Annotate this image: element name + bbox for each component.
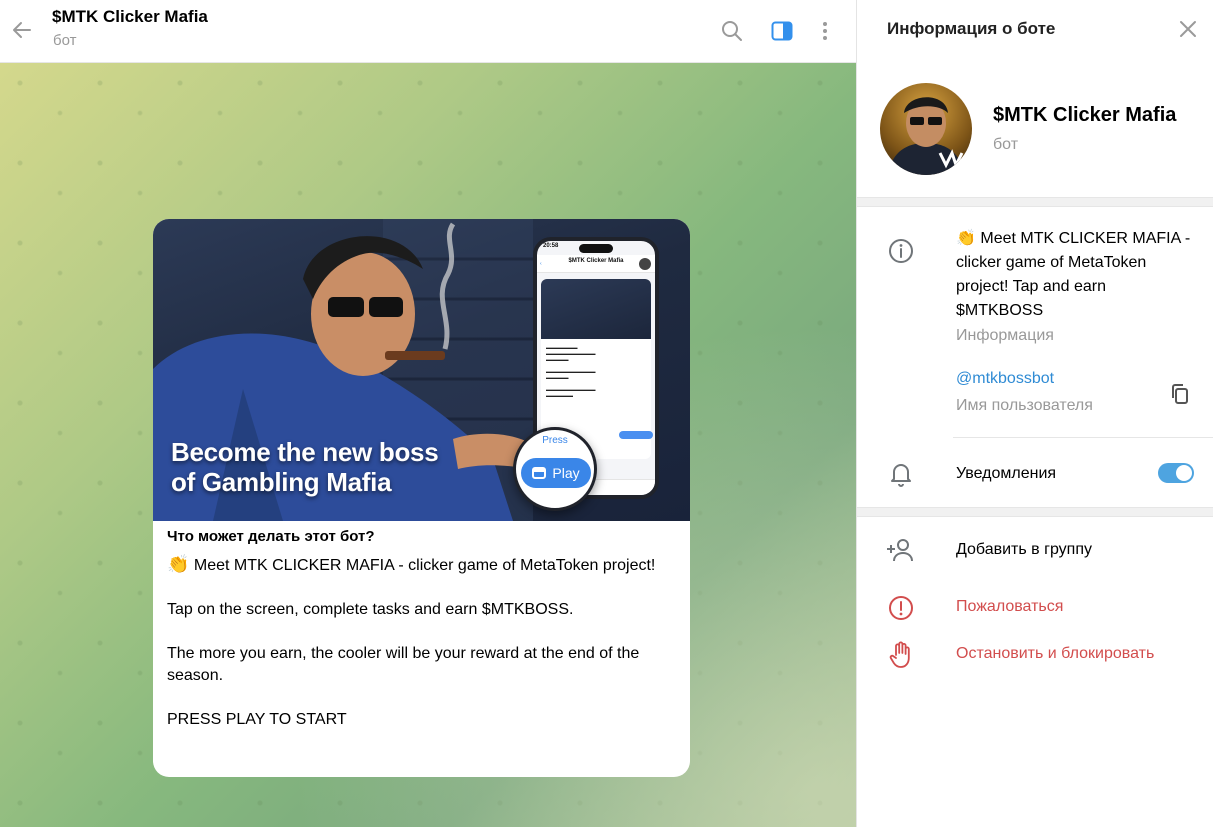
- section-divider: [857, 197, 1213, 207]
- mafia-avatar-image: [888, 97, 964, 175]
- phone-chat-title: $MTK Clicker Mafia: [568, 258, 624, 264]
- bot-description-message: 20:58 ‹ $MTK Clicker Mafia ▬▬▬▬▬▬▬ ▬▬▬▬▬▬…: [153, 219, 690, 777]
- press-label: Press: [542, 435, 568, 446]
- phone-time: 20:58: [543, 243, 559, 249]
- bot-description-label: Информация: [956, 327, 1054, 344]
- bot-username[interactable]: @mtkbossbot: [956, 370, 1054, 388]
- sidebar-toggle-icon: [771, 21, 793, 41]
- app-window-icon: [532, 467, 547, 479]
- search-icon: [722, 21, 742, 41]
- search-button[interactable]: [716, 15, 748, 47]
- phone-message-image: [541, 279, 651, 339]
- message-body: Что может делать этот бот? 👏 Meet MTK CL…: [153, 521, 690, 731]
- message-line-intro: 👏 Meet MTK CLICKER MAFIA - clicker game …: [167, 553, 676, 577]
- message-line-tap: Tap on the screen, complete tasks and ea…: [167, 601, 574, 618]
- chat-title[interactable]: $MTK Clicker Mafia: [52, 7, 208, 27]
- chat-header: $MTK Clicker Mafia бот: [0, 0, 856, 63]
- more-button[interactable]: [809, 15, 841, 47]
- message-heading: Что может делать этот бот?: [167, 528, 375, 545]
- phone-play-button: [619, 431, 653, 439]
- promo-image[interactable]: 20:58 ‹ $MTK Clicker Mafia ▬▬▬▬▬▬▬ ▬▬▬▬▬▬…: [153, 219, 690, 521]
- play-label: Play: [552, 465, 580, 481]
- notifications-label: Уведомления: [956, 465, 1057, 482]
- promo-headline-line1: Become the new boss: [171, 437, 439, 467]
- add-user-icon: [887, 536, 915, 564]
- bot-type-label: бот: [993, 136, 1019, 153]
- promo-headline-line2: of Gambling Mafia: [171, 467, 392, 497]
- sidebar-toggle-button[interactable]: [766, 15, 798, 47]
- message-line-reward: The more you earn, the cooler will be yo…: [167, 645, 640, 684]
- panel-title: Информация о боте: [887, 19, 1056, 38]
- bot-avatar[interactable]: [880, 83, 972, 175]
- report-button[interactable]: Пожаловаться: [956, 598, 1063, 616]
- notifications-toggle[interactable]: [1158, 463, 1194, 483]
- stop-and-block-button[interactable]: Остановить и блокировать: [956, 645, 1154, 663]
- clap-emoji: 👏: [167, 554, 190, 574]
- bot-description: 👏 Meet MTK CLICKER MAFIA - clicker game …: [956, 230, 1191, 319]
- play-callout: Press Play: [513, 427, 597, 511]
- intro-text: Meet MTK CLICKER MAFIA - clicker game of…: [193, 557, 656, 574]
- report-icon: [887, 594, 915, 622]
- phone-avatar: [639, 258, 651, 270]
- row-divider: [953, 437, 1213, 438]
- more-vertical-icon: [823, 22, 827, 40]
- copy-icon: [1172, 384, 1188, 404]
- bot-name: $MTK Clicker Mafia: [993, 104, 1177, 126]
- hand-stop-icon: [887, 641, 915, 669]
- bot-username-label: Имя пользователя: [956, 397, 1093, 414]
- copy-username-button[interactable]: [1167, 381, 1193, 407]
- toggle-knob: [1176, 465, 1192, 481]
- section-divider: [857, 507, 1213, 517]
- phone-island: [579, 244, 613, 253]
- close-icon: [1180, 21, 1196, 37]
- bell-icon: [887, 460, 915, 488]
- play-button[interactable]: Play: [521, 458, 591, 488]
- back-arrow-icon: [13, 22, 31, 38]
- info-icon: [887, 237, 915, 265]
- add-to-group-button[interactable]: Добавить в группу: [956, 541, 1092, 559]
- bot-info-panel: Информация о боте $MTK Clicker Mafia бот…: [856, 0, 1213, 827]
- back-button[interactable]: [6, 14, 38, 46]
- close-panel-button[interactable]: [1175, 16, 1201, 42]
- chat-subtitle: бот: [53, 32, 77, 49]
- message-line-cta: PRESS PLAY TO START: [167, 711, 347, 728]
- phone-message-text: ▬▬▬▬▬▬▬ ▬▬▬▬▬▬▬▬▬▬▬ ▬▬▬▬▬ ▬▬▬▬▬▬▬▬▬▬▬ ▬▬▬▬▬ ▬…: [546, 345, 596, 398]
